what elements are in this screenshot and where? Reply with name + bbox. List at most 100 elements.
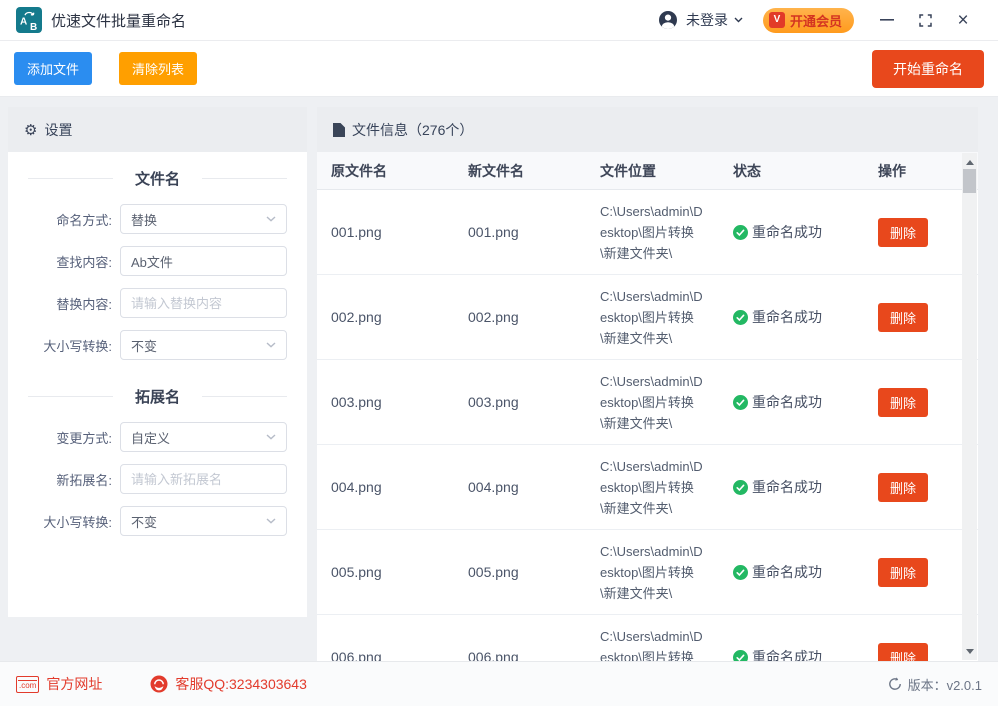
toolbar: 添加文件 清除列表 开始重命名 xyxy=(0,41,998,97)
table-row: 002.png 002.png C:\Users\admin\Desktop\图… xyxy=(317,275,978,360)
window-controls: × xyxy=(868,6,982,34)
vip-label: 开通会员 xyxy=(790,11,842,30)
close-button[interactable]: × xyxy=(944,6,982,34)
naming-mode-select[interactable]: 替换 xyxy=(120,204,287,234)
filename-section-label: 文件名 xyxy=(113,168,202,189)
add-files-button[interactable]: 添加文件 xyxy=(14,52,92,85)
status-cell: 重命名成功 xyxy=(733,477,878,497)
file-location: C:\Users\admin\Desktop\图片转换\新建文件夹\ xyxy=(600,286,706,349)
table-row: 003.png 003.png C:\Users\admin\Desktop\图… xyxy=(317,360,978,445)
replace-content-field-wrap xyxy=(120,288,287,318)
delete-button[interactable]: 删除 xyxy=(878,218,928,247)
new-extension-field-wrap xyxy=(120,464,287,494)
chevron-down-icon xyxy=(266,216,276,222)
settings-form: 文件名 命名方式: 替换 查找内容: 替换内容: xyxy=(8,152,307,548)
status-text: 重命名成功 xyxy=(752,392,822,412)
chevron-down-icon xyxy=(266,342,276,348)
file-info-header: 文件信息（276个） xyxy=(317,107,978,152)
user-menu[interactable]: 未登录 xyxy=(658,10,743,30)
scroll-up-icon xyxy=(966,160,974,165)
file-info-panel: 文件信息（276个） 原文件名 新文件名 文件位置 状态 操作 001.png … xyxy=(317,107,978,661)
status-cell: 重命名成功 xyxy=(733,647,878,661)
table-row: 001.png 001.png C:\Users\admin\Desktop\图… xyxy=(317,190,978,275)
naming-mode-label: 命名方式: xyxy=(28,210,120,229)
replace-content-label: 替换内容: xyxy=(28,294,120,313)
extension-case-select[interactable]: 不变 xyxy=(120,506,287,536)
success-check-icon xyxy=(733,395,748,410)
search-content-input[interactable] xyxy=(131,254,276,269)
chevron-down-icon xyxy=(734,17,743,23)
website-icon: .com xyxy=(16,676,39,693)
delete-button[interactable]: 删除 xyxy=(878,643,928,662)
file-location: C:\Users\admin\Desktop\图片转换\新建文件夹\ xyxy=(600,371,706,434)
refresh-icon[interactable] xyxy=(888,677,902,691)
status-text: 重命名成功 xyxy=(752,222,822,242)
customer-service-label: 客服QQ:3234303643 xyxy=(175,674,307,694)
search-content-field-wrap xyxy=(120,246,287,276)
scrollbar[interactable] xyxy=(962,153,977,660)
change-mode-label: 变更方式: xyxy=(28,428,120,447)
table-header-row: 原文件名 新文件名 文件位置 状态 操作 xyxy=(317,152,978,190)
settings-panel: ⚙ 设置 文件名 命名方式: 替换 查找内容: xyxy=(8,107,307,617)
change-mode-select[interactable]: 自定义 xyxy=(120,422,287,452)
filename-section-title: 文件名 xyxy=(28,168,287,189)
table-row: 004.png 004.png C:\Users\admin\Desktop\图… xyxy=(317,445,978,530)
scroll-up-button[interactable] xyxy=(962,155,977,169)
new-filename: 006.png xyxy=(468,649,600,661)
scroll-down-button[interactable] xyxy=(962,644,977,658)
close-icon: × xyxy=(957,11,968,30)
document-icon xyxy=(333,123,345,137)
footer: .com 官方网址 客服QQ:3234303643 版本：v2.0.1 xyxy=(0,661,998,706)
scrollbar-thumb[interactable] xyxy=(963,169,976,193)
replace-content-input[interactable] xyxy=(131,296,276,311)
open-vip-button[interactable]: V 开通会员 xyxy=(763,8,854,33)
status-text: 重命名成功 xyxy=(752,307,822,327)
extension-case-label: 大小写转换: xyxy=(28,512,120,531)
table-row: 005.png 005.png C:\Users\admin\Desktop\图… xyxy=(317,530,978,615)
file-location: C:\Users\admin\Desktop\图片转换\新建文件夹\ xyxy=(600,626,706,662)
main-content: ⚙ 设置 文件名 命名方式: 替换 查找内容: xyxy=(0,97,998,661)
extension-case-value: 不变 xyxy=(131,512,157,531)
new-filename: 003.png xyxy=(468,394,600,410)
new-filename: 004.png xyxy=(468,479,600,495)
new-filename: 001.png xyxy=(468,224,600,240)
new-filename: 002.png xyxy=(468,309,600,325)
success-check-icon xyxy=(733,225,748,240)
customer-service-link[interactable]: 客服QQ:3234303643 xyxy=(150,674,307,694)
success-check-icon xyxy=(733,310,748,325)
gear-icon: ⚙ xyxy=(24,121,37,139)
filename-case-select[interactable]: 不变 xyxy=(120,330,287,360)
clear-list-button[interactable]: 清除列表 xyxy=(119,52,197,85)
col-original-name: 原文件名 xyxy=(331,161,468,181)
title-bar: A B 优速文件批量重命名 未登录 V 开通会员 xyxy=(0,0,998,41)
official-website-link[interactable]: .com 官方网址 xyxy=(16,674,102,694)
file-location: C:\Users\admin\Desktop\图片转换\新建文件夹\ xyxy=(600,456,706,519)
new-filename: 005.png xyxy=(468,564,600,580)
new-extension-input[interactable] xyxy=(131,472,276,487)
settings-title: 设置 xyxy=(44,120,72,140)
extension-section-title: 拓展名 xyxy=(28,386,287,407)
success-check-icon xyxy=(733,565,748,580)
search-content-label: 查找内容: xyxy=(28,252,120,271)
status-text: 重命名成功 xyxy=(752,562,822,582)
chevron-down-icon xyxy=(266,434,276,440)
start-rename-button[interactable]: 开始重命名 xyxy=(872,50,984,88)
minimize-button[interactable] xyxy=(868,6,906,34)
status-cell: 重命名成功 xyxy=(733,392,878,412)
maximize-button[interactable] xyxy=(906,6,944,34)
settings-panel-header: ⚙ 设置 xyxy=(8,107,307,152)
delete-button[interactable]: 删除 xyxy=(878,558,928,587)
version-area: 版本：v2.0.1 xyxy=(888,675,982,694)
col-new-name: 新文件名 xyxy=(468,161,600,181)
scroll-down-icon xyxy=(966,649,974,654)
original-filename: 003.png xyxy=(331,394,468,410)
extension-section-label: 拓展名 xyxy=(113,386,202,407)
delete-button[interactable]: 删除 xyxy=(878,473,928,502)
table-body: 001.png 001.png C:\Users\admin\Desktop\图… xyxy=(317,190,978,661)
delete-button[interactable]: 删除 xyxy=(878,303,928,332)
original-filename: 001.png xyxy=(331,224,468,240)
user-avatar-icon xyxy=(658,10,678,30)
status-cell: 重命名成功 xyxy=(733,222,878,242)
delete-button[interactable]: 删除 xyxy=(878,388,928,417)
new-extension-label: 新拓展名: xyxy=(28,470,120,489)
